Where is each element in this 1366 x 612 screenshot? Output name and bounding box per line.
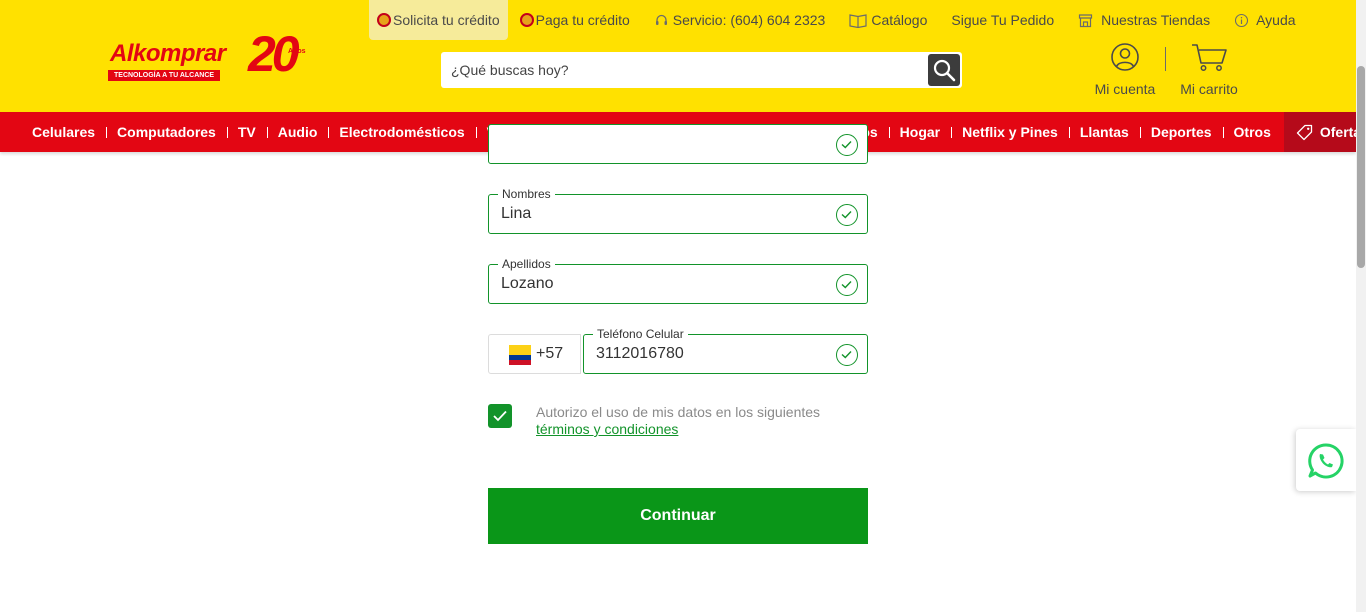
cart-icon <box>1192 44 1227 71</box>
account-link[interactable]: Mi cuenta <box>1089 42 1161 97</box>
colombia-flag-icon <box>509 345 531 365</box>
first-name-value: Lina <box>501 205 532 222</box>
phone-label: Teléfono Celular <box>593 327 688 341</box>
search-bar <box>441 52 962 88</box>
email-field[interactable] <box>488 124 868 164</box>
nav-item-hogar[interactable]: Hogar <box>888 112 951 152</box>
logo-tagline: TECNOLOGÍA A TU ALCANCE <box>108 70 221 81</box>
alkomprar-logo[interactable]: Alkomprar TECNOLOGÍA A TU ALCANCE 20 Año… <box>104 26 324 86</box>
top-link-sigue-pedido[interactable]: Sigue Tu Pedido <box>939 0 1066 40</box>
valid-check-icon <box>836 134 858 156</box>
store-icon <box>1078 13 1093 28</box>
search-input[interactable] <box>441 52 927 88</box>
top-link-label: Servicio: (604) 604 2323 <box>672 12 826 28</box>
whatsapp-button[interactable] <box>1296 429 1356 491</box>
catalog-icon <box>849 13 867 28</box>
valid-check-icon <box>836 274 858 296</box>
top-link-label: Nuestras Tiendas <box>1101 12 1211 28</box>
nav-item-deportes[interactable]: Deportes <box>1139 112 1223 152</box>
country-code-select[interactable]: +57 <box>488 334 581 374</box>
first-name-label: Nombres <box>498 187 555 201</box>
consent-text: Autorizo el uso de mis datos en los sigu… <box>536 404 856 438</box>
last-name-field[interactable]: Apellidos Lozano <box>488 257 868 304</box>
top-links: Solicita tu crédito Paga tu crédito Serv… <box>369 0 1308 40</box>
nav-item-llantas[interactable]: Llantas <box>1068 112 1140 152</box>
top-link-tiendas[interactable]: Nuestras Tiendas <box>1066 0 1222 40</box>
user-icon <box>1111 43 1139 71</box>
tag-icon <box>1296 124 1313 140</box>
phone-field[interactable]: Teléfono Celular 3112016780 <box>583 327 868 374</box>
credit-coin-icon <box>377 13 391 27</box>
consent-label: Autorizo el uso de mis datos en los sigu… <box>536 404 821 420</box>
top-link-label: Paga tu crédito <box>535 12 630 28</box>
first-name-field[interactable]: Nombres Lina <box>488 187 868 234</box>
top-link-label: Ayuda <box>1256 12 1296 28</box>
headset-icon <box>654 13 669 28</box>
nav-item-tv[interactable]: TV <box>226 112 267 152</box>
top-link-servicio[interactable]: Servicio: (604) 604 2323 <box>642 0 838 40</box>
continue-button[interactable]: Continuar <box>488 488 868 544</box>
valid-check-icon <box>836 344 858 366</box>
top-link-paga-credito[interactable]: Paga tu crédito <box>519 0 642 40</box>
nav-item-audio[interactable]: Audio <box>266 112 329 152</box>
page: Alkomprar TECNOLOGÍA A TU ALCANCE 20 Año… <box>0 0 1366 612</box>
cart-label: Mi carrito <box>1180 81 1238 97</box>
pay-coin-icon <box>519 13 534 27</box>
logo-anniversary-unit: Años <box>288 48 306 55</box>
last-name-value: Lozano <box>501 275 554 292</box>
top-link-label: Catálogo <box>871 12 928 28</box>
top-link-solicita-credito[interactable]: Solicita tu crédito <box>369 0 508 40</box>
top-link-label: Solicita tu crédito <box>393 12 500 28</box>
header-divider <box>1165 47 1166 71</box>
consent-checkbox[interactable] <box>488 404 512 428</box>
logo-wordmark: Alkomprar <box>110 40 226 67</box>
cart-link[interactable]: Mi carrito <box>1172 42 1246 97</box>
scrollbar-thumb[interactable] <box>1357 66 1365 268</box>
whatsapp-icon <box>1308 443 1344 479</box>
country-code-value: +57 <box>536 345 564 362</box>
header: Alkomprar TECNOLOGÍA A TU ALCANCE 20 Año… <box>0 0 1356 112</box>
top-link-ayuda[interactable]: Ayuda <box>1222 0 1307 40</box>
top-link-label: Sigue Tu Pedido <box>951 12 1055 28</box>
scrollbar[interactable] <box>1356 0 1366 612</box>
nav-item-netflix-pines[interactable]: Netflix y Pines <box>951 112 1069 152</box>
nav-item-otros[interactable]: Otros <box>1222 112 1282 152</box>
last-name-label: Apellidos <box>498 257 555 271</box>
account-label: Mi cuenta <box>1094 81 1156 97</box>
search-button[interactable] <box>928 54 960 86</box>
nav-item-celulares[interactable]: Celulares <box>21 112 106 152</box>
terms-link[interactable]: términos y condiciones <box>536 421 856 438</box>
nav-item-computadores[interactable]: Computadores <box>106 112 227 152</box>
phone-value: 3112016780 <box>596 345 684 362</box>
nav-item-electrodomesticos[interactable]: Electrodomésticos <box>328 112 475 152</box>
top-link-catalogo[interactable]: Catálogo <box>837 0 939 40</box>
valid-check-icon <box>836 204 858 226</box>
checkmark-icon <box>493 410 507 422</box>
nav-item-ofertas[interactable]: Ofertas <box>1283 112 1366 152</box>
info-icon <box>1234 13 1249 28</box>
search-icon <box>933 59 956 82</box>
